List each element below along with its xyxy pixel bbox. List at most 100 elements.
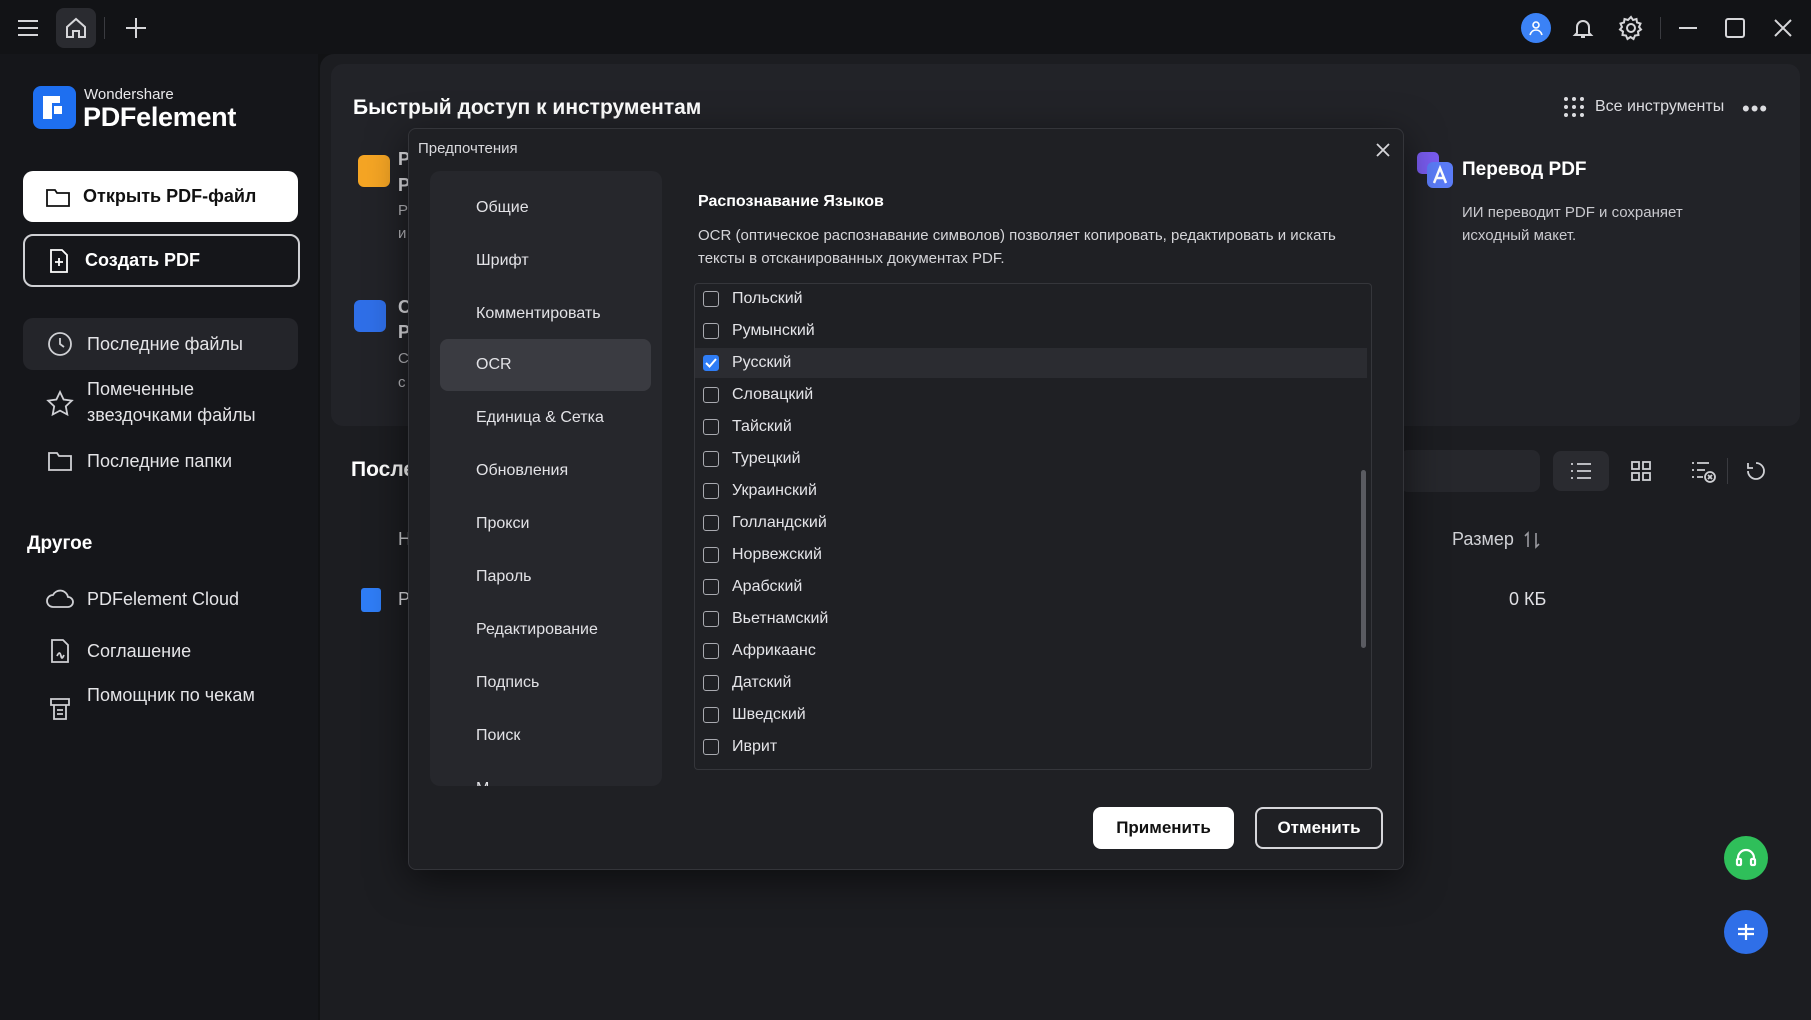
language-label: Арабский	[732, 578, 803, 595]
tool-icon-orange[interactable]	[358, 155, 390, 187]
language-item[interactable]: Иврит	[695, 732, 1367, 762]
language-list[interactable]: Польский Румынский Русский Словацкий Тай…	[694, 283, 1372, 770]
language-item[interactable]: Африкаанс	[695, 636, 1367, 666]
clock-icon	[45, 331, 75, 357]
nav-item-password[interactable]: Пароль	[440, 551, 651, 603]
language-item[interactable]: Румынский	[695, 316, 1367, 346]
checkbox[interactable]	[703, 387, 719, 403]
more-options-icon[interactable]: •••	[1742, 96, 1768, 122]
search-input[interactable]	[1400, 450, 1540, 492]
tool-desc-partial: с	[398, 374, 406, 391]
create-pdf-button[interactable]: Создать PDF	[23, 234, 300, 287]
create-pdf-label: Создать PDF	[85, 250, 201, 270]
nav-item-partial[interactable]: М	[440, 763, 651, 786]
language-item[interactable]: Вьетнамский	[695, 604, 1367, 634]
checkbox[interactable]	[703, 579, 719, 595]
checkbox[interactable]	[703, 675, 719, 691]
sidebar-item-cloud[interactable]: PDFelement Cloud	[23, 584, 298, 614]
sidebar-heading-other: Другое	[27, 533, 93, 554]
cancel-button[interactable]: Отменить	[1255, 807, 1383, 849]
nav-item-general[interactable]: Общие	[440, 182, 651, 234]
all-tools-label: Все инструменты	[1595, 98, 1725, 115]
translate-title[interactable]: Перевод PDF	[1462, 159, 1587, 181]
language-list-scrollbar[interactable]	[1361, 470, 1366, 648]
nav-item-ocr[interactable]: OCR	[440, 339, 651, 391]
language-item[interactable]: Украинский	[695, 476, 1367, 506]
nav-item-signature[interactable]: Подпись	[440, 657, 651, 709]
language-item[interactable]: Арабский	[695, 572, 1367, 602]
language-label: Норвежский	[732, 546, 822, 563]
chat-assistant-icon[interactable]	[1724, 910, 1768, 954]
open-pdf-button[interactable]: Открыть PDF-файл	[23, 171, 298, 222]
language-item[interactable]: Словацкий	[695, 380, 1367, 410]
plus-icon[interactable]	[116, 8, 156, 48]
checkbox[interactable]	[703, 707, 719, 723]
col-size-header[interactable]: Размер	[1452, 529, 1540, 550]
checkbox[interactable]	[703, 515, 719, 531]
language-item[interactable]: Турецкий	[695, 444, 1367, 474]
sidebar-item-recent-files[interactable]: Последние файлы	[23, 318, 298, 370]
sidebar-item-agreement[interactable]: Соглашение	[23, 636, 298, 666]
sidebar-item-starred-files[interactable]: Помеченные звездочками файлы	[23, 376, 298, 432]
menu-icon[interactable]	[8, 8, 48, 48]
checkbox-checked[interactable]	[703, 355, 719, 371]
language-item[interactable]: Польский	[695, 284, 1367, 314]
support-headset-icon[interactable]	[1724, 836, 1768, 880]
checkbox[interactable]	[703, 611, 719, 627]
home-icon[interactable]	[56, 8, 96, 48]
all-tools-button[interactable]: Все инструменты	[1563, 96, 1724, 118]
language-item[interactable]: Русский	[695, 348, 1367, 378]
col-size-label: Размер	[1452, 529, 1514, 549]
checkbox[interactable]	[703, 323, 719, 339]
clear-list-icon[interactable]	[1675, 451, 1731, 491]
language-label: Иврит	[732, 738, 778, 755]
nav-item-font[interactable]: Шрифт	[440, 235, 651, 287]
dialog-title: Предпочтения	[418, 140, 518, 157]
checkbox[interactable]	[703, 739, 719, 755]
checkbox[interactable]	[703, 451, 719, 467]
close-icon[interactable]	[1763, 8, 1803, 48]
folder-icon	[45, 450, 75, 472]
avatar-icon[interactable]	[1521, 13, 1551, 43]
refresh-icon[interactable]	[1728, 451, 1784, 491]
language-label: Словацкий	[732, 386, 814, 403]
minimize-icon[interactable]	[1668, 8, 1708, 48]
receipt-icon	[45, 696, 75, 722]
gear-icon[interactable]	[1611, 8, 1651, 48]
language-label: Вьетнамский	[732, 610, 829, 627]
sidebar-item-receipts[interactable]: Помощник по чекам	[23, 682, 298, 738]
translate-icon[interactable]	[1417, 152, 1453, 188]
apply-button[interactable]: Применить	[1093, 807, 1234, 849]
language-item[interactable]: Норвежский	[695, 540, 1367, 570]
nav-item-proxy[interactable]: Прокси	[440, 498, 651, 550]
language-label: Турецкий	[732, 450, 801, 467]
list-view-icon[interactable]	[1553, 451, 1609, 491]
dialog-close-icon[interactable]	[1371, 138, 1395, 162]
language-item[interactable]: Датский	[695, 668, 1367, 698]
language-item[interactable]: Шведский	[695, 700, 1367, 730]
maximize-icon[interactable]	[1715, 8, 1755, 48]
nav-item-editing[interactable]: Редактирование	[440, 604, 651, 656]
sidebar-item-label: Последние файлы	[87, 333, 243, 354]
language-item[interactable]: Тайский	[695, 412, 1367, 442]
checkbox[interactable]	[703, 291, 719, 307]
divider	[1660, 17, 1661, 39]
sidebar-item-recent-folders[interactable]: Последние папки	[23, 446, 298, 476]
nav-item-search[interactable]: Поиск	[440, 710, 651, 762]
checkbox[interactable]	[703, 483, 719, 499]
bell-icon[interactable]	[1563, 8, 1603, 48]
grid-view-icon[interactable]	[1613, 451, 1669, 491]
language-item[interactable]	[695, 764, 1367, 769]
checkbox[interactable]	[703, 643, 719, 659]
nav-item-comment[interactable]: Комментировать	[440, 288, 651, 340]
checkbox[interactable]	[703, 419, 719, 435]
quick-access-title: Быстрый доступ к инструментам	[353, 96, 702, 119]
tool-icon-blue[interactable]	[354, 300, 386, 332]
checkbox[interactable]	[703, 547, 719, 563]
language-item[interactable]: Голландский	[695, 508, 1367, 538]
nav-item-units-grid[interactable]: Единица & Сетка	[440, 392, 651, 444]
sidebar-item-label: Помощник по чекам	[87, 685, 255, 705]
language-label: Голландский	[732, 514, 827, 531]
nav-item-updates[interactable]: Обновления	[440, 445, 651, 497]
open-pdf-label: Открыть PDF-файл	[83, 186, 257, 206]
